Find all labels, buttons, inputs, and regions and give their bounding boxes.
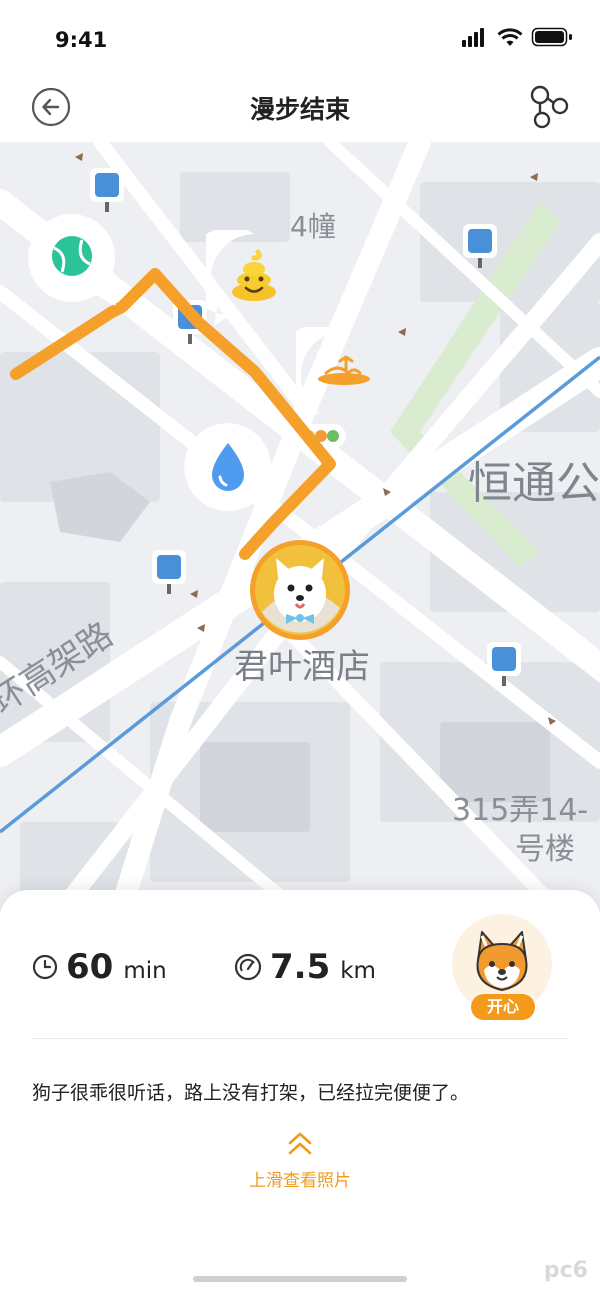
walk-note: 狗子很乖很听话，路上没有打架，已经拉完便便了。 [32,1082,470,1104]
water-drop-icon[interactable] [180,419,276,515]
distance-unit: km [340,958,376,984]
distance-value: 7.5 [270,947,331,987]
duration-unit: min [123,958,167,984]
status-time: 9:41 [55,28,108,52]
map-label-315-line1: 315弄14- [452,793,589,828]
status-icons [462,27,572,47]
bus-stop-icon [90,168,124,212]
page-title: 漫步结束 [249,95,350,124]
signal-icon [462,28,484,47]
swipe-up-label: 上滑查看照片 [249,1171,351,1191]
duration-stat: 60 min [32,942,167,992]
distance-stat: 7.5 km [234,942,376,992]
map-label-hotel: 君叶酒店 [234,647,370,687]
speedometer-icon [234,953,262,981]
duration-value: 60 [66,947,114,987]
mood-badge: 开心 [471,994,535,1020]
tennis-ball-icon[interactable] [24,210,120,306]
mood-indicator[interactable]: 开心 [452,914,552,1020]
dog-avatar[interactable] [248,538,352,642]
double-chevron-up-icon [288,1132,312,1155]
walk-summary-card: 60 min 7.5 km 开心 狗子很乖很听话，路上没有打架，已经拉完便便了。 [0,890,600,1299]
divider [32,1038,568,1039]
map-label-hengtong: 恒通公 [468,458,600,509]
battery-icon [531,27,572,47]
map-label-315-line2: 号楼 [515,832,575,867]
home-indicator[interactable] [193,1276,407,1282]
nav-bar: 漫步结束 [0,72,600,142]
clock-icon [32,954,58,980]
map-view[interactable]: 4幢 恒通公 君叶酒店 环高架路 315弄14- 号楼 [0,142,600,912]
watermark: pc6 [543,1258,588,1283]
poop-icon[interactable] [206,230,302,326]
status-bar: 9:41 [0,0,600,72]
wifi-icon [497,28,523,46]
pee-puddle-icon[interactable] [296,327,392,423]
route-icon[interactable] [528,84,570,130]
swipe-up-hint[interactable]: 上滑查看照片 [0,1130,600,1191]
